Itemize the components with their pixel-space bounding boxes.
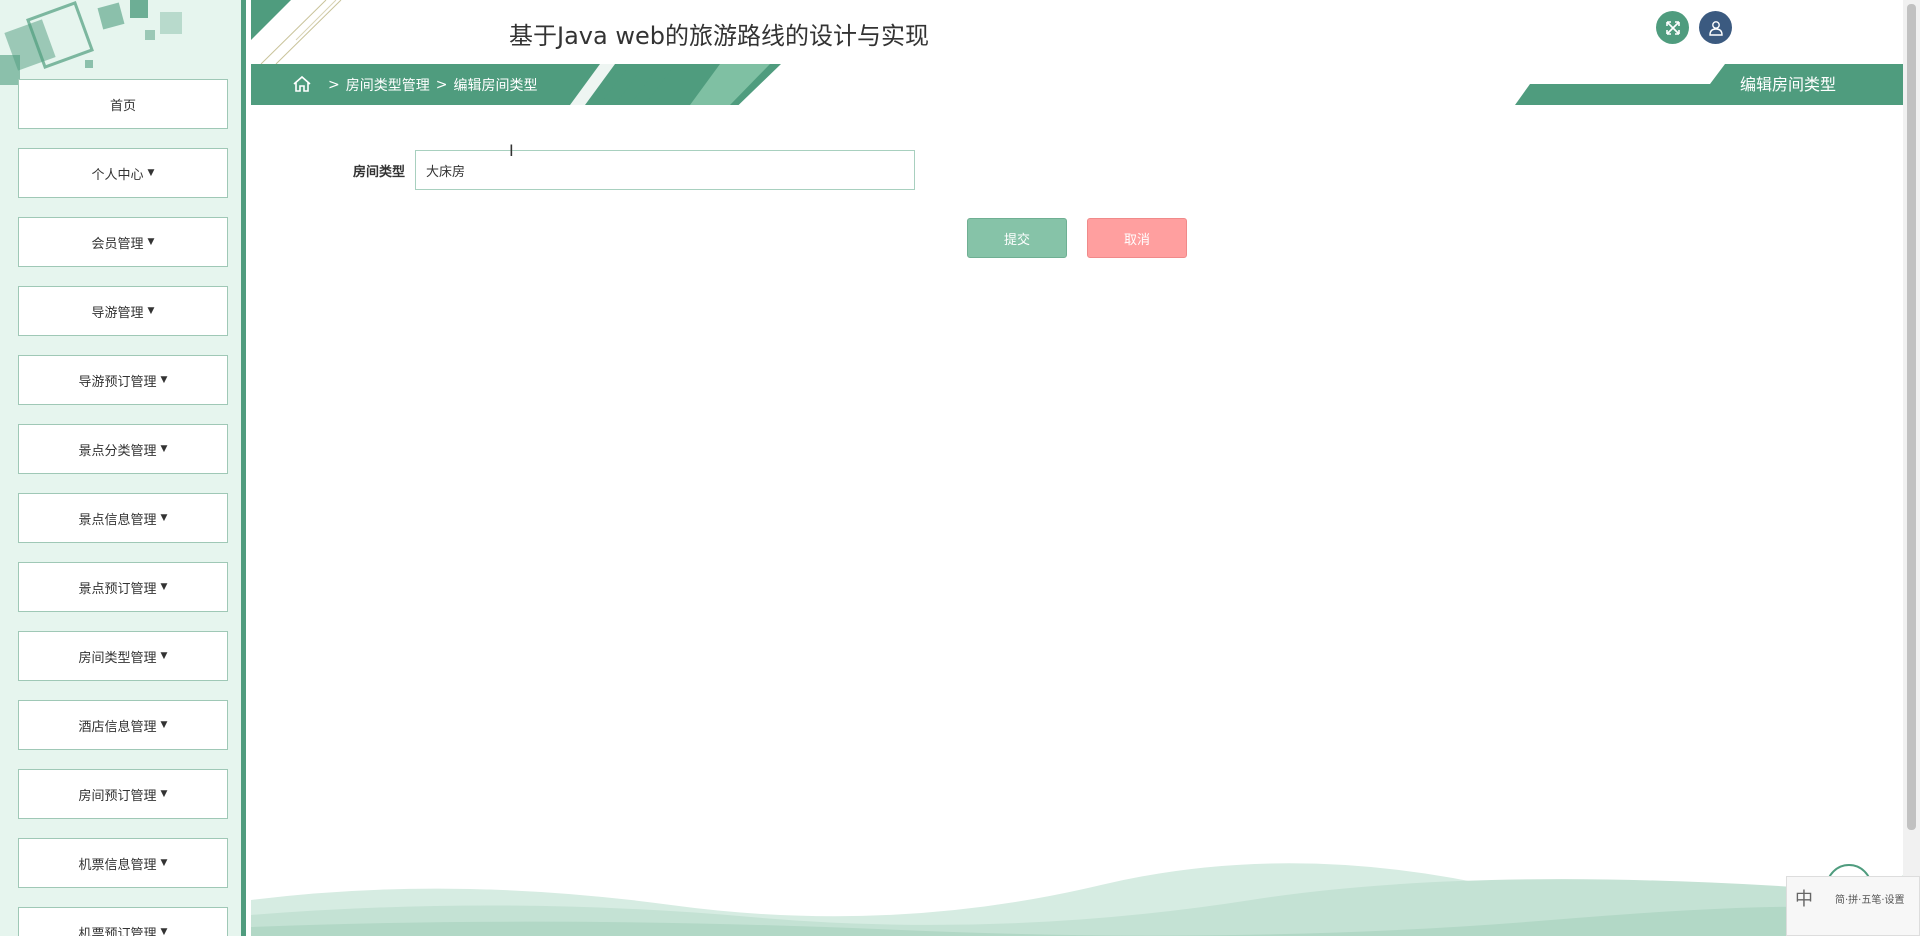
header-decoration (251, 0, 342, 64)
ime-mode[interactable]: 中 (1795, 885, 1813, 911)
user-icon (1708, 20, 1723, 36)
page-tag-band (1515, 64, 1903, 105)
room-type-form-row: 房间类型 (330, 150, 915, 190)
caret-down-icon: ▼ (160, 789, 168, 799)
submit-button[interactable]: 提交 (967, 218, 1067, 258)
breadcrumb: > 房间类型管理 > 编辑房间类型 (292, 64, 537, 105)
sidebar-item-label: 景点信息管理 (78, 512, 157, 528)
sidebar-item-label: 酒店信息管理 (78, 719, 157, 735)
sidebar-item-flight-info-management[interactable]: 机票信息管理 ▼ (14, 834, 228, 888)
fullscreen-icon (1665, 20, 1680, 35)
sidebar-item-label: 首页 (109, 98, 136, 114)
caret-down-icon: ▼ (147, 237, 155, 247)
page-tag-label: 编辑房间类型 (1740, 75, 1837, 94)
sidebar-item-guide-management[interactable]: 导游管理 ▼ (14, 282, 228, 336)
caret-down-icon: ▼ (160, 651, 168, 661)
sidebar-item-room-booking-management[interactable]: 房间预订管理 ▼ (14, 765, 228, 819)
sidebar-item-label: 房间类型管理 (78, 650, 157, 666)
sidebar-item-label: 导游管理 (91, 305, 144, 321)
sidebar-item-attraction-booking-management[interactable]: 景点预订管理 ▼ (14, 558, 228, 612)
sidebar-item-member-management[interactable]: 会员管理 ▼ (14, 213, 228, 267)
sidebar-item-home[interactable]: 首页 (14, 75, 228, 129)
sidebar-decoration (0, 0, 182, 85)
home-icon[interactable] (292, 74, 312, 94)
ime-toolbar[interactable]: 中 简·拼·五笔·设置 (1786, 876, 1920, 936)
caret-down-icon: ▼ (160, 858, 168, 868)
sidebar-item-label: 会员管理 (91, 236, 144, 252)
sidebar: 首页 个人中心 ▼ 会员管理 ▼ 导游管理 ▼ 导游预订管理 ▼ 景点分类管理 … (0, 0, 246, 936)
breadcrumb-separator: > (435, 76, 448, 93)
caret-down-icon: ▼ (147, 306, 155, 316)
breadcrumb-separator: > (328, 76, 340, 93)
sidebar-item-room-type-management[interactable]: 房间类型管理 ▼ (14, 627, 228, 681)
page-scrollbar[interactable] (1903, 0, 1920, 936)
sidebar-item-flight-booking-management[interactable]: 机票预订管理 ▼ (14, 903, 228, 936)
fullscreen-button[interactable] (1656, 11, 1689, 44)
cancel-button[interactable]: 取消 (1087, 218, 1187, 258)
caret-down-icon: ▼ (160, 444, 168, 454)
room-type-input[interactable] (415, 150, 915, 190)
app-title: 基于Java web的旅游路线的设计与实现 (509, 22, 929, 50)
caret-down-icon: ▼ (160, 582, 168, 592)
sidebar-item-label: 房间预订管理 (78, 788, 157, 804)
sidebar-item-hotel-info-management[interactable]: 酒店信息管理 ▼ (14, 696, 228, 750)
breadcrumb-room-type-management[interactable]: 房间类型管理 (346, 75, 430, 95)
sidebar-item-label: 导游预订管理 (78, 374, 157, 390)
caret-down-icon: ▼ (160, 513, 168, 523)
caret-down-icon: ▼ (160, 720, 168, 730)
sidebar-item-attraction-info-management[interactable]: 景点信息管理 ▼ (14, 489, 228, 543)
caret-down-icon: ▼ (160, 927, 168, 936)
sidebar-item-personal-center[interactable]: 个人中心 ▼ (14, 144, 228, 198)
breadcrumb-current: 编辑房间类型 (453, 77, 538, 94)
bottom-wave-decoration (251, 863, 1903, 936)
caret-down-icon: ▼ (160, 375, 168, 385)
sidebar-item-label: 机票预订管理 (78, 926, 157, 936)
ime-options[interactable]: 简·拼·五笔·设置 (1835, 891, 1905, 906)
sidebar-item-label: 景点分类管理 (78, 443, 157, 459)
caret-down-icon: ▼ (147, 168, 155, 178)
top-header: 基于Java web的旅游路线的设计与实现 (251, 0, 1903, 64)
sidebar-item-label: 景点预订管理 (78, 581, 157, 597)
room-type-label: 房间类型 (352, 164, 405, 180)
text-cursor-icon: I (509, 141, 514, 160)
sidebar-item-label: 个人中心 (91, 167, 144, 183)
sidebar-item-label: 机票信息管理 (78, 857, 157, 873)
sidebar-item-guide-booking-management[interactable]: 导游预订管理 ▼ (14, 351, 228, 405)
user-button[interactable] (1699, 11, 1732, 44)
sidebar-item-attraction-category-management[interactable]: 景点分类管理 ▼ (14, 420, 228, 474)
scrollbar-thumb[interactable] (1907, 4, 1916, 830)
sidebar-menu: 首页 个人中心 ▼ 会员管理 ▼ 导游管理 ▼ 导游预订管理 ▼ 景点分类管理 … (14, 75, 230, 936)
breadcrumb-stripes (570, 64, 770, 105)
